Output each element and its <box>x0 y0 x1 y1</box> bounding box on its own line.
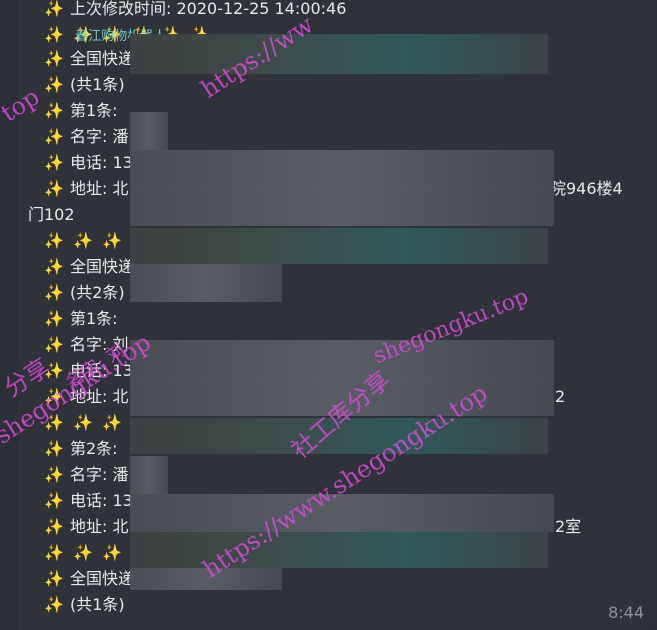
sparkle-row: ✨ ✨ ✨ ✨ ✨ ✨ <box>44 25 211 44</box>
sparkle-icon: ✨ <box>44 127 64 146</box>
sparkle-icon: ✨ <box>44 257 64 276</box>
line-17: ✨ 第2条: <box>44 436 118 462</box>
line-9: ✨ ✨ ✨ <box>44 228 124 254</box>
redaction-block <box>130 228 548 264</box>
sparkle-icon: ✨ <box>44 153 64 172</box>
sparkle-icon: ✨ <box>44 75 64 94</box>
line-21: ✨ ✨ ✨ <box>44 540 124 566</box>
line-19: ✨ 电话: 13 <box>44 488 133 514</box>
line-2: ✨ 全国快递 <box>44 46 134 72</box>
sparkle-icon: ✨ <box>44 595 64 614</box>
sparkle-icon: ✨ <box>44 101 64 120</box>
message-time: 8:44 <box>608 603 644 622</box>
sparkle-icon: ✨ <box>44 517 64 536</box>
sparkle-icon: ✨ <box>44 309 64 328</box>
sparkle-icon: ✨ <box>44 283 64 302</box>
redaction-block <box>130 112 168 152</box>
sparkle-icon: ✨ <box>44 569 64 588</box>
line-4: ✨ 第1条: <box>44 98 118 124</box>
sparkle-icon: ✨ <box>44 179 64 198</box>
sparkle-icon: ✨ <box>44 335 64 354</box>
line-20-tail: 2室 <box>555 517 582 536</box>
line-18: ✨ 名字: 潘 <box>44 462 128 488</box>
line-3: ✨ (共1条) <box>44 72 125 98</box>
line-7-tail: 院946楼4 <box>550 179 623 198</box>
redaction-block <box>130 188 554 226</box>
message-bubble[interactable]: ✨ 上次修改时间: 2020-12-25 14:00:46 ✨ ✨ ✨ ✨ ✨ ✨… <box>18 0 656 630</box>
sparkle-icon: ✨ <box>44 49 64 68</box>
redaction-block <box>130 150 554 190</box>
redaction-block <box>130 264 282 302</box>
sparkle-icon: ✨ <box>44 465 64 484</box>
redaction-block <box>130 532 548 568</box>
sparkle-icon: ✨ <box>44 439 64 458</box>
line-20: ✨ 地址: 北 <box>44 514 128 540</box>
sparkle-icon: ✨ <box>44 491 64 510</box>
redaction-block <box>130 340 554 380</box>
line-7: ✨ 地址: 北 <box>44 176 128 202</box>
sparkle-row: ✨ ✨ ✨ <box>44 231 124 250</box>
redaction-block <box>130 34 548 74</box>
line-15-tail: 2 <box>555 387 566 406</box>
sparkle-row: ✨ ✨ ✨ <box>44 543 124 562</box>
line-10: ✨ 全国快递 <box>44 254 134 280</box>
line-5: ✨ 名字: 潘 <box>44 124 128 150</box>
redaction-block <box>130 456 168 494</box>
line-6: ✨ 电话: 13 <box>44 150 133 176</box>
line-23: ✨ (共1条) <box>44 592 125 618</box>
line-8: 门102 <box>28 205 75 224</box>
line-11: ✨ (共2条) <box>44 280 125 306</box>
line-22: ✨ 全国快递 <box>44 566 134 592</box>
line-12: ✨ 第1条: <box>44 306 118 332</box>
sparkle-icon: ✨ <box>44 0 64 18</box>
